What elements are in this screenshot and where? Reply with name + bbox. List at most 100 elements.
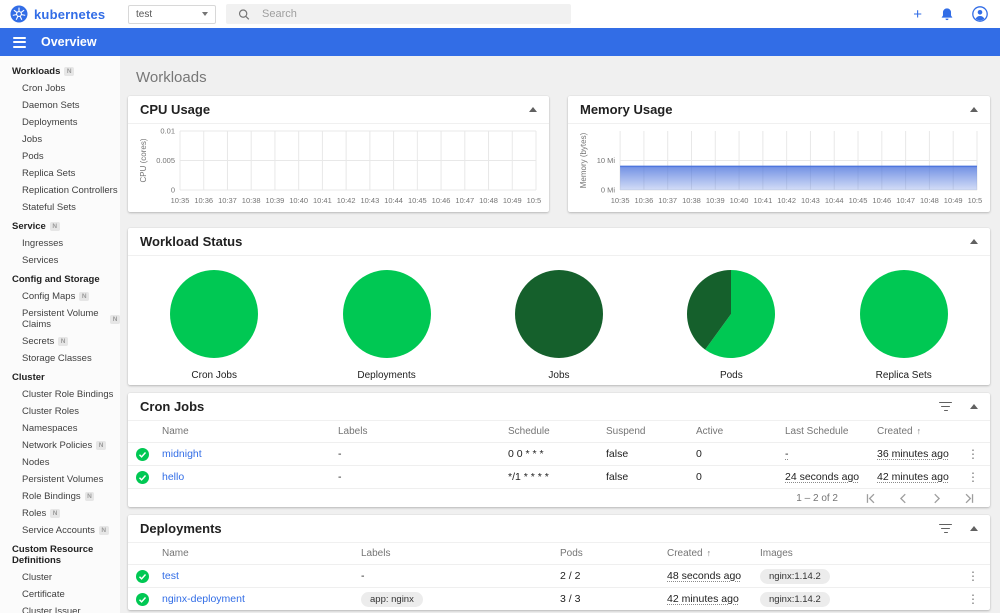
workload-status-card: Workload Status Cron Jobs Deployments Jobs… — [128, 228, 990, 385]
sidebar-item-jobs[interactable]: Jobs — [12, 131, 120, 148]
sidebar-item-cluster-roles[interactable]: Cluster Roles — [12, 403, 120, 420]
next-page-button[interactable] — [930, 492, 943, 505]
sidebar-item-ingresses[interactable]: Ingresses — [12, 235, 120, 252]
sidebar-section-custom-resource-definitions[interactable]: Custom Resource Definitions — [12, 539, 120, 569]
collapse-card-icon[interactable] — [970, 404, 978, 409]
row-menu-button[interactable]: ⋮ — [962, 471, 990, 483]
cron-jobs-table-header: Name Labels Schedule Suspend Active Last Sche… — [128, 421, 990, 442]
status-cell — [128, 592, 162, 606]
row-menu-button[interactable]: ⋮ — [962, 593, 990, 605]
collapse-card-icon[interactable] — [529, 107, 537, 112]
svg-text:10:45: 10:45 — [849, 196, 868, 205]
previous-page-button[interactable] — [897, 492, 910, 505]
row-menu-button[interactable]: ⋮ — [962, 570, 990, 582]
column-header-images[interactable]: Images — [760, 548, 962, 559]
sidebar-section-label: Service — [12, 221, 46, 232]
cron-jobs-table-body: midnight -0 0 * * * false 0-36 minutes ago ⋮… — [128, 442, 990, 488]
add-icon[interactable]: + — [913, 7, 922, 22]
sidebar-item-replica-sets[interactable]: Replica Sets — [12, 165, 120, 182]
column-header-pods[interactable]: Pods — [560, 548, 667, 559]
collapse-card-icon[interactable] — [970, 107, 978, 112]
sort-ascending-icon: ↑ — [706, 548, 712, 558]
sidebar-item-cluster[interactable]: Cluster — [12, 569, 120, 586]
sidebar-item-label: Stateful Sets — [22, 202, 76, 213]
row-menu-button[interactable]: ⋮ — [962, 448, 990, 460]
sidebar-item-secrets[interactable]: Secrets N — [12, 333, 120, 350]
filter-icon[interactable] — [939, 401, 952, 412]
sidebar-item-certificate[interactable]: Certificate — [12, 586, 120, 603]
search-bar[interactable] — [226, 4, 571, 24]
sidebar-item-role-bindings[interactable]: Role Bindings N — [12, 488, 120, 505]
sidebar-item-label: Storage Classes — [22, 353, 92, 364]
page-toolbar: Overview — [0, 28, 1000, 56]
search-input[interactable] — [262, 8, 559, 20]
svg-text:10:46: 10:46 — [872, 196, 891, 205]
cpu-usage-card-title: CPU Usage — [140, 102, 211, 117]
resource-link[interactable]: midnight — [162, 448, 338, 460]
namespace-selector[interactable]: test — [128, 4, 216, 24]
column-header-labels[interactable]: Labels — [338, 426, 508, 437]
column-header-labels[interactable]: Labels — [361, 548, 560, 559]
sidebar-item-nodes[interactable]: Nodes — [12, 454, 120, 471]
sidebar-section-cluster[interactable]: Cluster — [12, 367, 120, 386]
status-cell — [128, 470, 162, 484]
notifications-icon[interactable] — [940, 7, 954, 22]
sidebar-item-label: Secrets — [22, 336, 55, 347]
schedule-cell: */1 * * * * — [508, 471, 549, 483]
logo-text: kubernetes — [34, 6, 106, 22]
sidebar-item-network-policies[interactable]: Network Policies N — [12, 437, 120, 454]
resource-link[interactable]: hello — [162, 471, 338, 483]
sidebar-item-stateful-sets[interactable]: Stateful Sets — [12, 199, 120, 216]
menu-icon[interactable] — [13, 36, 26, 48]
sidebar-section-workloads[interactable]: Workloads N — [12, 61, 120, 80]
column-header-last-schedule[interactable]: Last Schedule — [785, 426, 877, 437]
column-header-created[interactable]: Created ↑ — [667, 548, 760, 559]
active-cell: 0 — [696, 448, 702, 460]
sidebar-item-replication-controllers[interactable]: Replication Controllers — [12, 182, 120, 199]
svg-text:10:38: 10:38 — [682, 196, 701, 205]
resource-link[interactable]: nginx-deployment — [162, 593, 361, 605]
sidebar-item-deployments[interactable]: Deployments — [12, 114, 120, 131]
column-header-name[interactable]: Name — [162, 426, 338, 437]
sidebar-item-services[interactable]: Services — [12, 252, 120, 269]
sidebar-item-namespaces[interactable]: Namespaces — [12, 420, 120, 437]
sidebar-item-pods[interactable]: Pods — [12, 148, 120, 165]
sidebar-item-daemon-sets[interactable]: Daemon Sets — [12, 97, 120, 114]
sidebar-item-config-maps[interactable]: Config Maps N — [12, 288, 120, 305]
sidebar-item-label: Namespaces — [22, 423, 78, 434]
resource-link[interactable]: test — [162, 570, 361, 582]
sidebar-section-config-and-storage[interactable]: Config and Storage — [12, 269, 120, 288]
last-page-button[interactable] — [963, 492, 976, 505]
column-header-name[interactable]: Name — [162, 548, 361, 559]
search-icon — [238, 8, 250, 20]
svg-text:10:45: 10:45 — [408, 196, 427, 205]
column-header-created[interactable]: Created ↑ — [877, 426, 962, 437]
column-header-suspend[interactable]: Suspend — [606, 426, 696, 437]
collapse-card-icon[interactable] — [970, 239, 978, 244]
sidebar-item-cron-jobs[interactable]: Cron Jobs — [12, 80, 120, 97]
collapse-card-icon[interactable] — [970, 526, 978, 531]
image-chip: nginx:1.14.2 — [760, 568, 830, 584]
filter-icon[interactable] — [939, 523, 952, 534]
sidebar-section-service[interactable]: Service N — [12, 216, 120, 235]
sidebar-item-label: Nodes — [22, 457, 50, 468]
images-cell: nginx:1.14.2 — [760, 568, 962, 584]
deployments-card: Deployments Name Labels Pods Created ↑ Images… — [128, 515, 990, 610]
account-icon[interactable] — [972, 6, 988, 22]
sidebar-item-persistent-volume-claims[interactable]: Persistent Volume Claims N — [12, 305, 120, 333]
last-schedule-cell: 24 seconds ago — [785, 471, 860, 483]
sidebar-item-cluster-issuer[interactable]: Cluster Issuer — [12, 603, 120, 613]
first-page-button[interactable] — [864, 492, 877, 505]
column-header-active[interactable]: Active — [696, 426, 785, 437]
sidebar-item-roles[interactable]: Roles N — [12, 505, 120, 522]
sidebar-section-label: Config and Storage — [12, 274, 100, 285]
svg-text:CPU (cores): CPU (cores) — [139, 138, 148, 182]
sidebar-item-label: Persistent Volumes — [22, 474, 104, 485]
sidebar-item-service-accounts[interactable]: Service Accounts N — [12, 522, 120, 539]
sidebar-item-cluster-role-bindings[interactable]: Cluster Role Bindings — [12, 386, 120, 403]
table-header-row: Name Labels Pods Created ↑ Images — [128, 543, 990, 564]
column-header-schedule[interactable]: Schedule — [508, 426, 606, 437]
sidebar-item-storage-classes[interactable]: Storage Classes — [12, 350, 120, 367]
namespace-value: test — [136, 8, 153, 20]
sidebar-item-persistent-volumes[interactable]: Persistent Volumes — [12, 471, 120, 488]
